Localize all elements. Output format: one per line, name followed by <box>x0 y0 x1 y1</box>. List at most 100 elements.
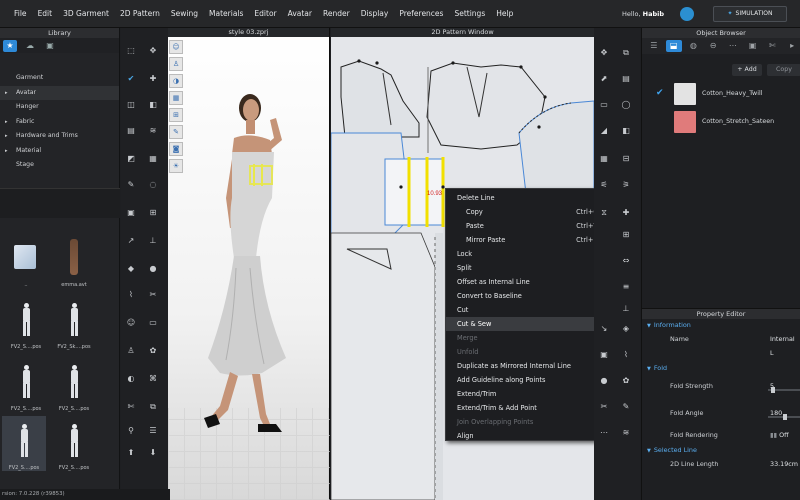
mesh-view-icon[interactable]: ⊞ <box>169 108 183 122</box>
2d-line-icon[interactable]: ↘ <box>598 324 610 334</box>
menu-settings[interactable]: Settings <box>454 9 485 18</box>
menu-3d-garment[interactable]: 3D Garment <box>63 9 109 18</box>
seam-tool-icon[interactable]: ≋ <box>147 126 159 136</box>
arrange-tool-icon[interactable]: ◧ <box>147 100 159 110</box>
2d-arrange-icon[interactable]: ✥ <box>598 48 610 58</box>
check-tool-icon[interactable]: ✔ <box>125 74 137 84</box>
library-item-pose[interactable]: FV2_Sk....pos <box>52 295 96 350</box>
menu-editor[interactable]: Editor <box>254 9 276 18</box>
menu-item-lock[interactable]: Lock <box>446 247 609 261</box>
2d-annotate-icon[interactable]: ✎ <box>620 402 632 412</box>
menu-item-convert-baseline[interactable]: Convert to Baseline <box>446 289 609 303</box>
shrink-tool-icon[interactable]: ⬇ <box>147 448 159 458</box>
2d-button-icon[interactable]: ● <box>598 376 610 386</box>
fold-angle-slider[interactable] <box>768 414 800 420</box>
2d-stretch-icon[interactable]: ⇔ <box>620 256 632 266</box>
tuck-tool-icon[interactable]: ▤ <box>125 126 137 136</box>
texture-tool-icon[interactable]: ▣ <box>125 208 137 218</box>
light-icon[interactable]: ☀ <box>169 159 183 173</box>
2d-circle-icon[interactable]: ◯ <box>620 100 632 110</box>
copy-fabric-button[interactable]: Copy <box>767 64 800 76</box>
layer-tool-icon[interactable]: ☰ <box>147 426 159 436</box>
2d-free-sew-icon[interactable]: ⚞ <box>620 180 632 190</box>
2d-sew-icon[interactable]: ⚟ <box>598 180 610 190</box>
tree-item-material[interactable]: ▸ Material <box>0 144 119 159</box>
tree-item-garment[interactable]: Garment <box>0 71 119 86</box>
2d-internal-icon[interactable]: ◧ <box>620 126 632 136</box>
topstitch-tab-icon[interactable]: ⋯ <box>725 40 741 52</box>
menu-item-paste[interactable]: Paste Ctrl+V <box>446 219 609 233</box>
favorites-tab-icon[interactable]: ★ <box>3 39 17 52</box>
graphic-tool-icon[interactable]: ✿ <box>147 346 159 356</box>
menu-item-delete-line[interactable]: Delete Line <box>446 191 609 205</box>
section-information[interactable]: ▼ Information <box>642 319 800 332</box>
menu-item-offset-internal-line[interactable]: Offset as Internal Line <box>446 275 609 289</box>
mannequin-icon[interactable]: ♙ <box>169 57 183 71</box>
lasso-tool-icon[interactable]: ◌ <box>147 180 159 190</box>
library-item-emma[interactable]: emma.avt <box>52 233 96 288</box>
cloud-tab-icon[interactable]: ☁ <box>23 40 37 52</box>
menu-materials[interactable]: Materials <box>209 9 243 18</box>
2d-trim-icon[interactable]: ✂ <box>598 402 610 412</box>
menu-item-cut-and-sew[interactable]: Cut & Sew <box>446 317 609 331</box>
menu-item-align[interactable]: Align▶ <box>446 429 609 443</box>
menu-render[interactable]: Render <box>323 9 350 18</box>
menu-item-split[interactable]: Split <box>446 261 609 275</box>
library-item-pose[interactable]: FV2_S....pos <box>4 295 48 350</box>
2d-segment-icon[interactable]: ⧉ <box>620 48 632 58</box>
texture-view-icon[interactable]: ▦ <box>169 91 183 105</box>
tree-item-stage[interactable]: Stage <box>0 158 119 173</box>
tape-tool-icon[interactable]: ▭ <box>147 318 159 328</box>
fold-rendering-toggle[interactable]: ▮▮ Off <box>770 428 789 442</box>
3d-garment-window[interactable]: style 03.zprj ☺ ♙ ◑ ▦ ⊞ ✎ ◙ ☀ <box>168 28 330 500</box>
zipper-tool-icon[interactable]: ⌇ <box>125 290 137 300</box>
fabric-item-stretch-sateen[interactable]: Cotton_Stretch_Sateen <box>642 108 800 136</box>
menu-help[interactable]: Help <box>496 9 513 18</box>
move-tool-icon[interactable]: ✥ <box>147 46 159 56</box>
tree-item-avatar[interactable]: ▸ Avatar <box>0 85 119 100</box>
slider-knob[interactable] <box>783 414 787 420</box>
menu-sewing[interactable]: Sewing <box>171 9 198 18</box>
menu-item-extend-trim-add-point[interactable]: Extend/Trim & Add Point▶ <box>446 401 609 415</box>
button-tool-icon[interactable]: ● <box>147 264 159 274</box>
2d-grade-icon[interactable]: ▤ <box>620 74 632 84</box>
library-item-folder[interactable]: .. <box>4 233 48 288</box>
menu-edit[interactable]: Edit <box>38 9 53 18</box>
trim-tab-icon[interactable]: ✄ <box>765 40 781 52</box>
select-tool-icon[interactable]: ⬚ <box>125 46 137 56</box>
2d-graphic-icon[interactable]: ✿ <box>620 376 632 386</box>
menu-item-copy[interactable]: Copy Ctrl+C <box>446 205 609 219</box>
avatar-tool-icon[interactable]: ☺ <box>125 318 137 328</box>
fabric-tab-icon[interactable]: ⬓ <box>665 40 682 52</box>
2d-check-icon[interactable]: ⊞ <box>620 230 632 240</box>
menu-item-cut[interactable]: Cut <box>446 303 609 317</box>
library-item-pose[interactable]: FV2_S....pos <box>52 357 96 412</box>
transform-tool-icon[interactable]: ⊞ <box>147 208 159 218</box>
2d-topstitch-icon[interactable]: ⋯ <box>598 428 610 438</box>
2d-rotate-icon[interactable]: ⬈ <box>598 74 610 84</box>
tree-item-hanger[interactable]: Hanger <box>0 100 119 115</box>
more-tab-icon[interactable]: ▸ <box>784 40 800 52</box>
2d-fold-icon[interactable]: ◈ <box>620 324 632 334</box>
2d-dart-icon[interactable]: ◢ <box>598 126 610 136</box>
2d-notch-icon[interactable]: ⊟ <box>620 154 632 164</box>
2d-ruler-icon[interactable]: ≡ <box>620 282 632 292</box>
stitch-tool-icon[interactable]: ◆ <box>125 264 137 274</box>
cut-tool-icon[interactable]: ✄ <box>125 402 137 412</box>
measure-view-icon[interactable]: ✎ <box>169 125 183 139</box>
measure-tool-icon[interactable]: ↗ <box>125 236 137 246</box>
pose-tool-icon[interactable]: ♙ <box>125 346 137 356</box>
2d-seam-icon[interactable]: ▦ <box>598 154 610 164</box>
menu-preferences[interactable]: Preferences <box>399 9 443 18</box>
sticker-tool-icon[interactable]: ◐ <box>125 374 137 384</box>
menu-item-extend-trim[interactable]: Extend/Trim▶ <box>446 387 609 401</box>
store-tab-icon[interactable]: ▣ <box>43 40 57 52</box>
button-tab-icon[interactable]: ◍ <box>686 40 702 52</box>
2d-texture-icon[interactable]: ▣ <box>598 350 610 360</box>
menu-2d-pattern[interactable]: 2D Pattern <box>120 9 160 18</box>
2d-rect-icon[interactable]: ▭ <box>598 100 610 110</box>
avatar-display-icon[interactable]: ☺ <box>169 40 183 54</box>
section-selected-line[interactable]: ▼ Selected Line <box>642 444 800 457</box>
trim-tool-icon[interactable]: ✂ <box>147 290 159 300</box>
cloud-icon[interactable] <box>680 7 694 21</box>
